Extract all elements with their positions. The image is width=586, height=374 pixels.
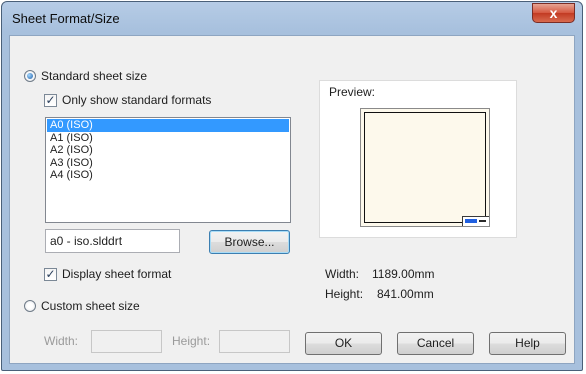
preview-label: Preview: xyxy=(329,85,376,99)
list-item[interactable]: A3 (ISO) xyxy=(47,157,289,170)
custom-height-field[interactable] xyxy=(219,330,290,353)
ok-button[interactable]: OK xyxy=(305,332,382,355)
preview-panel: Preview: xyxy=(319,80,517,238)
width-label: Width: xyxy=(325,267,360,281)
sheet-preview xyxy=(360,108,490,227)
cancel-button[interactable]: Cancel xyxy=(397,332,474,355)
format-list[interactable]: A0 (ISO) A1 (ISO) A2 (ISO) A3 (ISO) A4 (… xyxy=(45,117,291,223)
browse-button[interactable]: Browse... xyxy=(209,230,290,254)
width-value: 1189.00mm xyxy=(372,267,435,281)
list-item[interactable]: A0 (ISO) xyxy=(47,119,289,132)
sheet-format-file-field[interactable]: a0 - iso.slddrt xyxy=(45,229,180,253)
standard-size-label: Standard sheet size xyxy=(41,69,148,83)
only-standard-checkbox[interactable]: ✓ xyxy=(44,94,57,107)
display-format-checkbox[interactable]: ✓ xyxy=(44,268,57,281)
dialog-window: Sheet Format/Size x Standard sheet size … xyxy=(1,1,583,371)
close-icon: x xyxy=(549,5,558,21)
height-value: 841.00mm xyxy=(377,287,434,301)
custom-width-field[interactable] xyxy=(91,330,162,353)
custom-width-label: Width: xyxy=(44,334,79,348)
list-item[interactable]: A4 (ISO) xyxy=(47,169,289,182)
list-item[interactable]: A1 (ISO) xyxy=(47,132,289,145)
title-bar[interactable]: Sheet Format/Size x xyxy=(2,2,582,36)
custom-size-radio[interactable] xyxy=(24,300,36,312)
checkmark-icon: ✓ xyxy=(45,93,56,107)
display-format-label: Display sheet format xyxy=(62,267,172,281)
height-label: Height: xyxy=(325,287,364,301)
dialog-body: Standard sheet size ✓ Only show standard… xyxy=(9,35,575,364)
list-item[interactable]: A2 (ISO) xyxy=(47,144,289,157)
dialog-title: Sheet Format/Size xyxy=(12,11,120,26)
custom-height-label: Height: xyxy=(172,334,211,348)
help-button[interactable]: Help xyxy=(489,332,566,355)
only-standard-label: Only show standard formats xyxy=(62,93,212,107)
sheet-border xyxy=(364,112,486,223)
checkmark-icon: ✓ xyxy=(45,267,56,281)
title-block-thumbnail xyxy=(462,216,489,226)
custom-size-label: Custom sheet size xyxy=(41,299,140,313)
standard-size-radio[interactable] xyxy=(24,70,36,82)
close-button[interactable]: x xyxy=(532,3,575,23)
